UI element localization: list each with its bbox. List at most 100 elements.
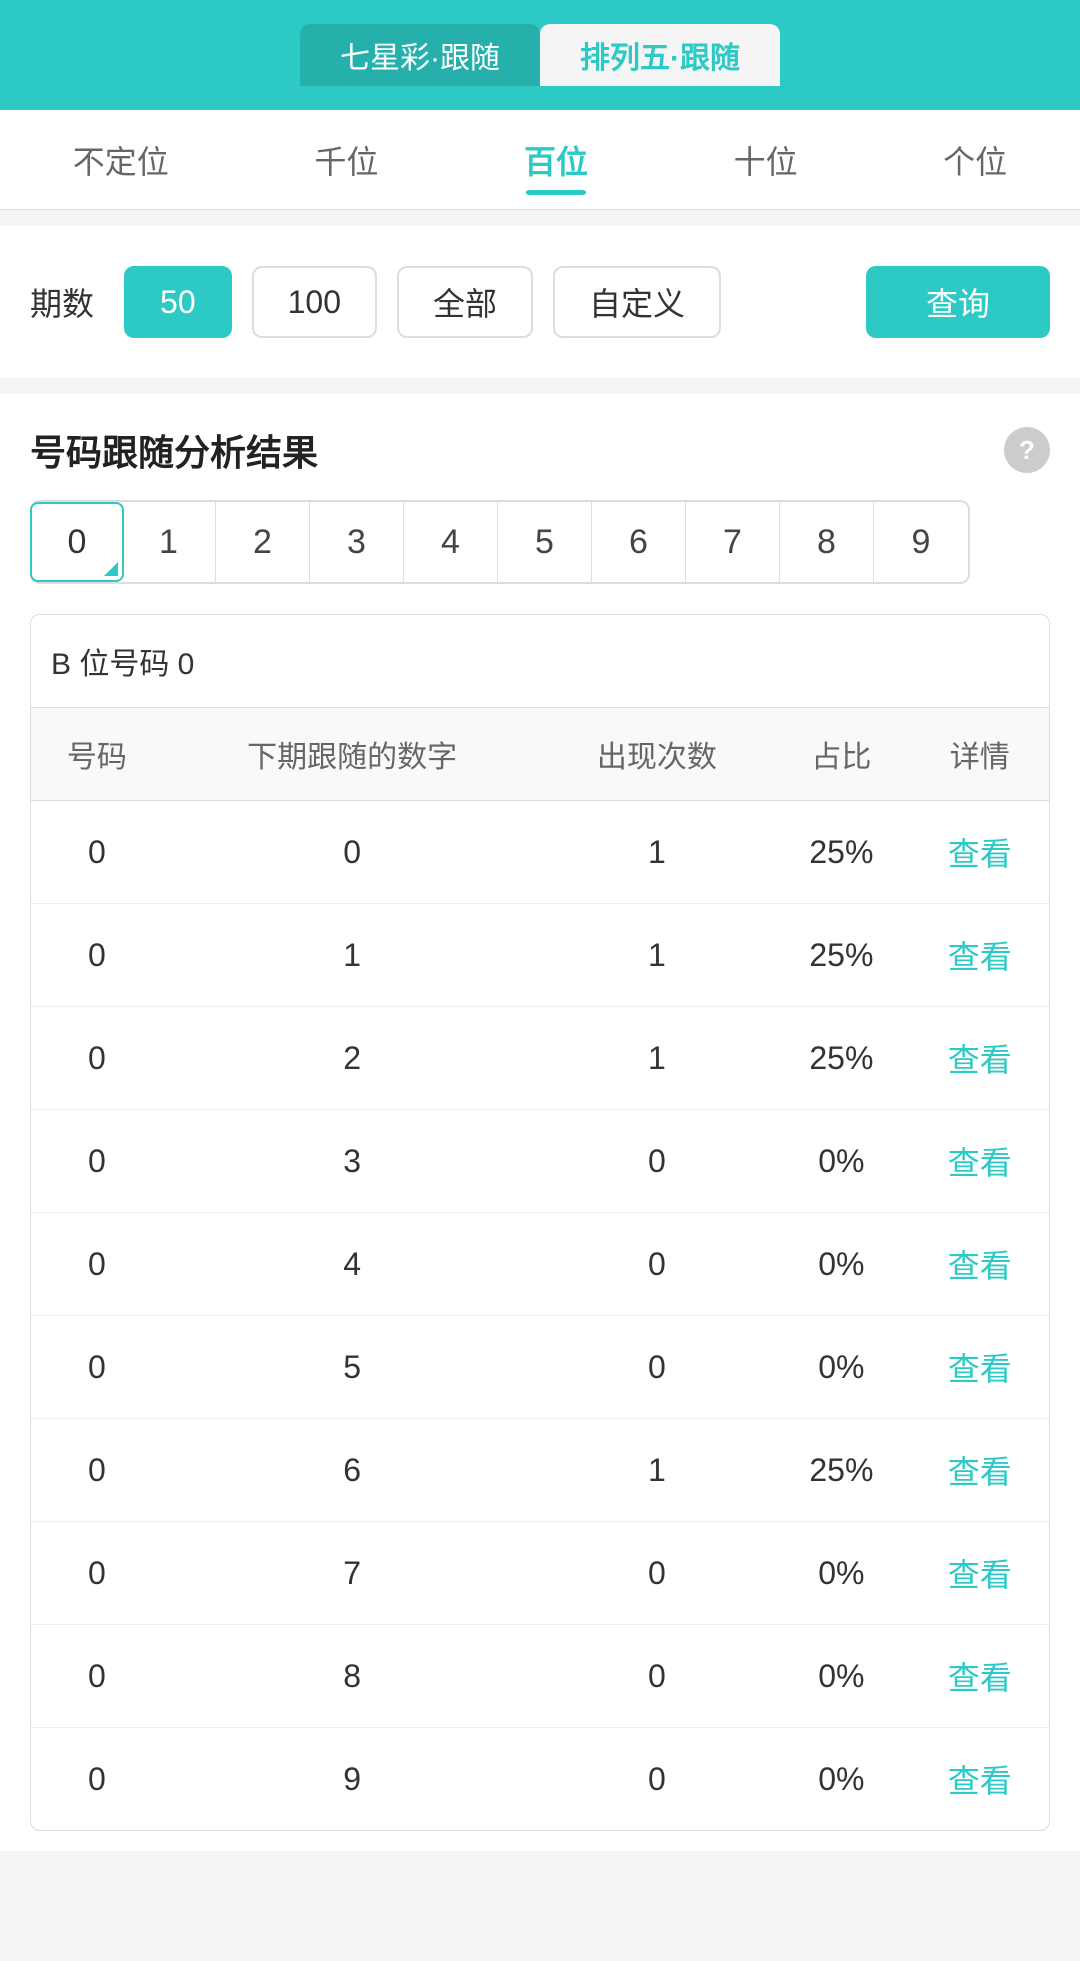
analysis-table-container: B 位号码 0 号码下期跟随的数字出现次数占比详情 00125%查看01125%… bbox=[30, 614, 1050, 1831]
analysis-title-row: 号码跟随分析结果 ? bbox=[30, 424, 1050, 476]
col-header-0: 号码 bbox=[31, 708, 163, 801]
query-button[interactable]: 查询 bbox=[866, 266, 1050, 338]
period-btn-all[interactable]: 全部 bbox=[397, 266, 533, 338]
cell-2: 1 bbox=[542, 904, 773, 1007]
cell-1: 0 bbox=[163, 801, 542, 904]
number-selector: 0123456789 bbox=[30, 500, 970, 584]
tab-shiwei[interactable]: 十位 bbox=[714, 127, 818, 193]
cell-1: 5 bbox=[163, 1316, 542, 1419]
table-row: 0500%查看 bbox=[31, 1316, 1049, 1419]
tab-baiwei[interactable]: 百位 bbox=[504, 127, 608, 193]
cell-0: 0 bbox=[31, 904, 163, 1007]
period-btn-100[interactable]: 100 bbox=[252, 266, 377, 338]
detail-link[interactable]: 查看 bbox=[911, 801, 1049, 904]
detail-link[interactable]: 查看 bbox=[911, 1316, 1049, 1419]
detail-link[interactable]: 查看 bbox=[911, 1625, 1049, 1728]
table-header-row: 号码下期跟随的数字出现次数占比详情 bbox=[31, 708, 1049, 801]
cell-2: 0 bbox=[542, 1625, 773, 1728]
number-item-0[interactable]: 0 bbox=[30, 502, 124, 582]
table-row: 01125%查看 bbox=[31, 904, 1049, 1007]
number-item-1[interactable]: 1 bbox=[122, 502, 216, 582]
number-item-2[interactable]: 2 bbox=[216, 502, 310, 582]
cell-2: 1 bbox=[542, 1007, 773, 1110]
analysis-title: 号码跟随分析结果 bbox=[30, 424, 318, 476]
cell-0: 0 bbox=[31, 1419, 163, 1522]
cell-0: 0 bbox=[31, 1316, 163, 1419]
number-item-6[interactable]: 6 bbox=[592, 502, 686, 582]
cell-2: 1 bbox=[542, 801, 773, 904]
cell-3: 25% bbox=[772, 1419, 910, 1522]
cell-0: 0 bbox=[31, 801, 163, 904]
number-item-4[interactable]: 4 bbox=[404, 502, 498, 582]
number-item-3[interactable]: 3 bbox=[310, 502, 404, 582]
cell-3: 25% bbox=[772, 904, 910, 1007]
col-header-1: 下期跟随的数字 bbox=[163, 708, 542, 801]
col-header-3: 占比 bbox=[772, 708, 910, 801]
detail-link[interactable]: 查看 bbox=[911, 1213, 1049, 1316]
cell-2: 0 bbox=[542, 1728, 773, 1831]
analysis-table: 号码下期跟随的数字出现次数占比详情 00125%查看01125%查看02125%… bbox=[31, 708, 1049, 1830]
detail-link[interactable]: 查看 bbox=[911, 904, 1049, 1007]
detail-link[interactable]: 查看 bbox=[911, 1007, 1049, 1110]
table-row: 0400%查看 bbox=[31, 1213, 1049, 1316]
detail-link[interactable]: 查看 bbox=[911, 1419, 1049, 1522]
period-btn-custom[interactable]: 自定义 bbox=[553, 266, 721, 338]
cell-3: 0% bbox=[772, 1316, 910, 1419]
cell-2: 0 bbox=[542, 1213, 773, 1316]
table-body: 00125%查看01125%查看02125%查看0300%查看0400%查看05… bbox=[31, 801, 1049, 1831]
header: 七星彩·跟随 排列五·跟随 bbox=[0, 0, 1080, 110]
col-header-4: 详情 bbox=[911, 708, 1049, 801]
analysis-section: 号码跟随分析结果 ? 0123456789 B 位号码 0 号码下期跟随的数字出… bbox=[0, 394, 1080, 1851]
detail-link[interactable]: 查看 bbox=[911, 1728, 1049, 1831]
cell-1: 2 bbox=[163, 1007, 542, 1110]
col-header-2: 出现次数 bbox=[542, 708, 773, 801]
number-item-9[interactable]: 9 bbox=[874, 502, 968, 582]
cell-2: 0 bbox=[542, 1316, 773, 1419]
position-tabs: 不定位 千位 百位 十位 个位 bbox=[0, 110, 1080, 210]
tab-gewei[interactable]: 个位 bbox=[923, 127, 1027, 193]
cell-1: 7 bbox=[163, 1522, 542, 1625]
cell-0: 0 bbox=[31, 1625, 163, 1728]
table-section-title: B 位号码 0 bbox=[31, 615, 1049, 708]
table-row: 0800%查看 bbox=[31, 1625, 1049, 1728]
help-icon[interactable]: ? bbox=[1004, 427, 1050, 473]
number-item-8[interactable]: 8 bbox=[780, 502, 874, 582]
cell-3: 0% bbox=[772, 1728, 910, 1831]
cell-2: 0 bbox=[542, 1110, 773, 1213]
cell-0: 0 bbox=[31, 1522, 163, 1625]
tab-qixingcai[interactable]: 七星彩·跟随 bbox=[300, 24, 540, 86]
cell-1: 8 bbox=[163, 1625, 542, 1728]
table-row: 0900%查看 bbox=[31, 1728, 1049, 1831]
cell-1: 3 bbox=[163, 1110, 542, 1213]
detail-link[interactable]: 查看 bbox=[911, 1522, 1049, 1625]
cell-0: 0 bbox=[31, 1728, 163, 1831]
cell-1: 4 bbox=[163, 1213, 542, 1316]
table-row: 06125%查看 bbox=[31, 1419, 1049, 1522]
table-row: 00125%查看 bbox=[31, 801, 1049, 904]
tab-pailiehwu[interactable]: 排列五·跟随 bbox=[540, 24, 780, 86]
cell-3: 0% bbox=[772, 1522, 910, 1625]
cell-3: 0% bbox=[772, 1625, 910, 1728]
cell-1: 9 bbox=[163, 1728, 542, 1831]
cell-3: 0% bbox=[772, 1213, 910, 1316]
cell-3: 25% bbox=[772, 1007, 910, 1110]
table-row: 0700%查看 bbox=[31, 1522, 1049, 1625]
tab-qianwei[interactable]: 千位 bbox=[294, 127, 398, 193]
table-row: 02125%查看 bbox=[31, 1007, 1049, 1110]
period-btn-50[interactable]: 50 bbox=[124, 266, 232, 338]
cell-1: 1 bbox=[163, 904, 542, 1007]
cell-3: 25% bbox=[772, 801, 910, 904]
cell-3: 0% bbox=[772, 1110, 910, 1213]
tab-budingwei[interactable]: 不定位 bbox=[53, 127, 189, 193]
table-row: 0300%查看 bbox=[31, 1110, 1049, 1213]
cell-0: 0 bbox=[31, 1007, 163, 1110]
cell-2: 1 bbox=[542, 1419, 773, 1522]
number-item-7[interactable]: 7 bbox=[686, 502, 780, 582]
cell-0: 0 bbox=[31, 1213, 163, 1316]
cell-1: 6 bbox=[163, 1419, 542, 1522]
cell-0: 0 bbox=[31, 1110, 163, 1213]
period-label: 期数 bbox=[30, 279, 94, 325]
period-section: 期数 50 100 全部 自定义 查询 bbox=[0, 226, 1080, 378]
number-item-5[interactable]: 5 bbox=[498, 502, 592, 582]
detail-link[interactable]: 查看 bbox=[911, 1110, 1049, 1213]
